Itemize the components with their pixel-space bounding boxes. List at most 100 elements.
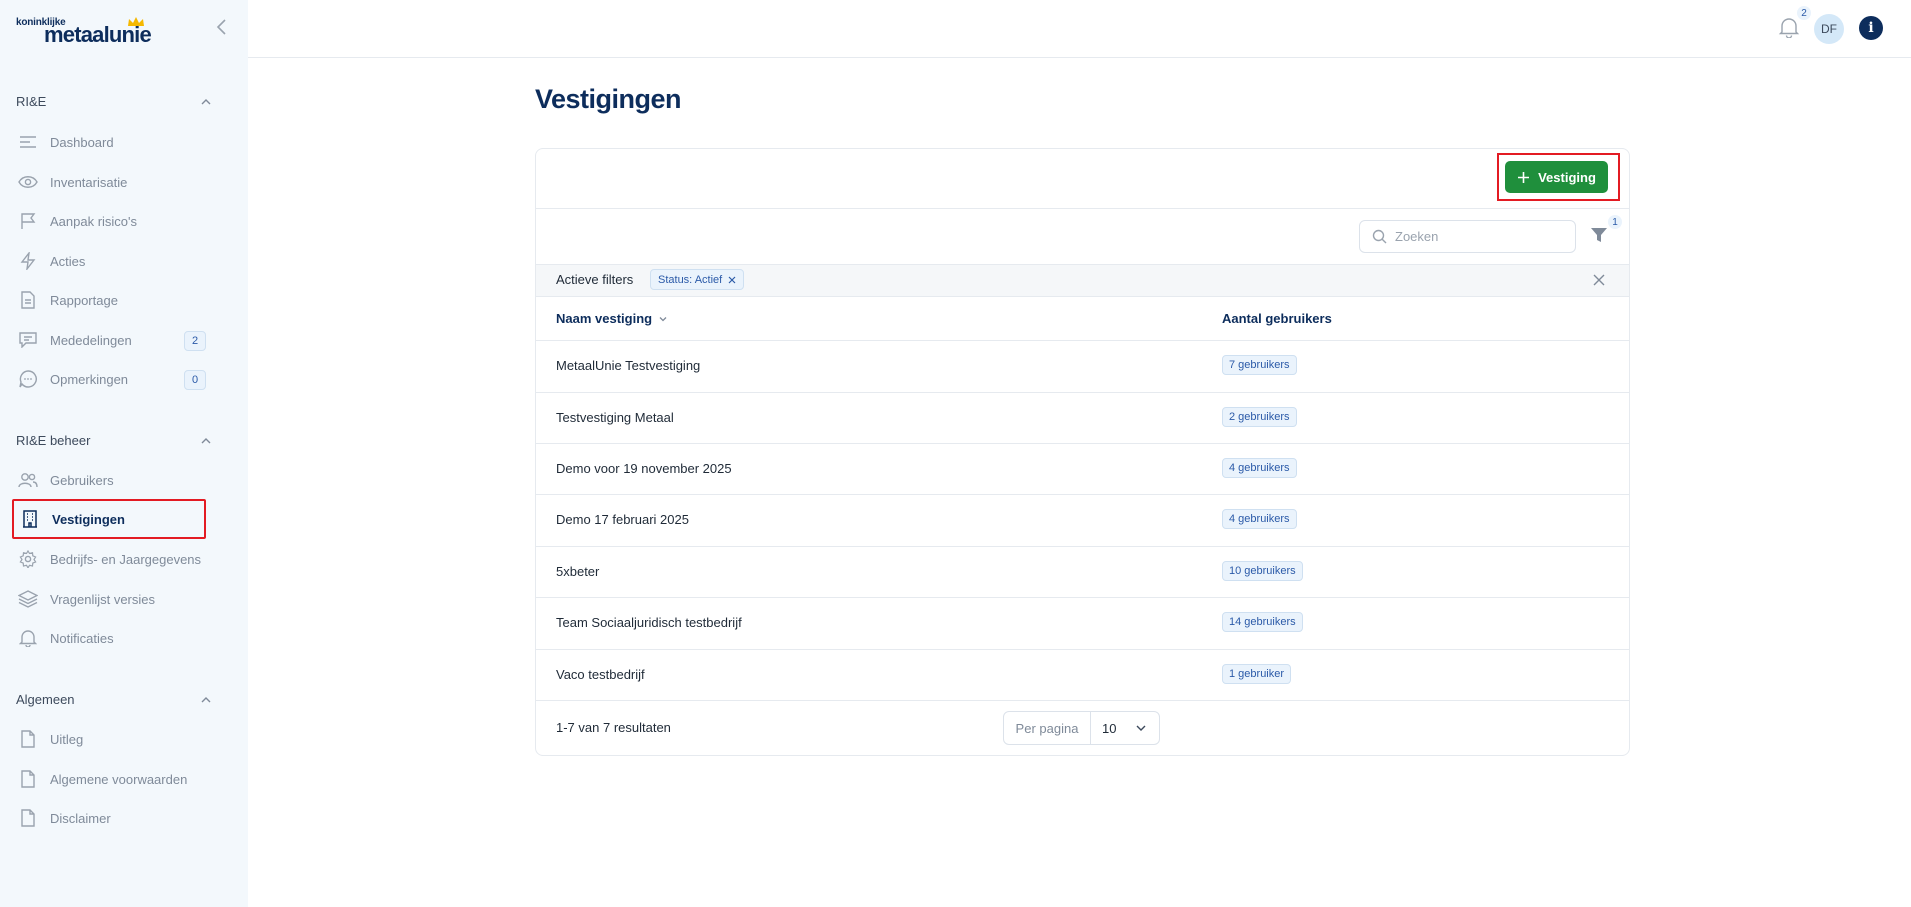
vestiging-name: Team Sociaaljuridisch testbedrijf <box>556 615 742 630</box>
section-title: Algemeen <box>16 692 75 707</box>
per-page-select[interactable]: Per pagina 10 <box>1003 711 1160 745</box>
sidebar-item-label: Vestigingen <box>52 511 125 527</box>
plus-icon <box>1518 171 1530 183</box>
sidebar-item-label: Aanpak risico's <box>50 213 138 229</box>
message-icon <box>18 330 38 350</box>
column-header-label: Naam vestiging <box>556 311 653 326</box>
file-icon <box>18 769 38 789</box>
add-vestiging-label: Vestiging <box>1538 169 1596 185</box>
crown-icon <box>128 17 144 26</box>
flag-icon <box>18 211 38 231</box>
page-title: Vestigingen <box>535 84 682 114</box>
sidebar-item-mededelingen[interactable]: Mededelingen 2 <box>12 323 206 357</box>
search-box[interactable] <box>1359 220 1576 253</box>
filter-icon <box>1591 228 1607 242</box>
metaalunie-logo[interactable]: koninklijke metaalunie <box>16 16 156 47</box>
chevron-left-icon <box>216 19 226 35</box>
users-badge[interactable]: 7 gebruikers <box>1222 355 1297 375</box>
table-row[interactable]: MetaalUnie Testvestiging 7 gebruikers <box>536 340 1629 391</box>
sidebar-item-vestigingen[interactable]: Vestigingen <box>12 499 206 539</box>
table-row[interactable]: Vaco testbedrijf 1 gebruiker <box>536 649 1629 700</box>
add-vestiging-button[interactable]: Vestiging <box>1505 161 1608 193</box>
chevron-up-icon <box>201 438 211 444</box>
close-icon[interactable] <box>728 276 736 284</box>
collapse-sidebar-button[interactable] <box>214 17 230 37</box>
sidebar-item-acties[interactable]: Acties <box>12 244 206 278</box>
vestiging-name: MetaalUnie Testvestiging <box>556 358 701 373</box>
column-header-label: Aantal gebruikers <box>1222 311 1332 326</box>
sidebar-item-label: Inventarisatie <box>50 174 128 190</box>
info-button[interactable]: i <box>1859 16 1883 40</box>
vestiging-name: 5xbeter <box>556 564 600 579</box>
avatar[interactable]: DF <box>1814 14 1844 44</box>
sidebar-item-rapportage[interactable]: Rapportage <box>12 283 206 317</box>
bell-icon <box>18 628 38 648</box>
bell-icon <box>1778 18 1800 39</box>
sidebar-item-aanpak-risicos[interactable]: Aanpak risico's <box>12 204 206 238</box>
building-icon <box>20 509 40 529</box>
vestiging-name: Demo voor 19 november 2025 <box>556 461 732 476</box>
sidebar-item-notificaties[interactable]: Notificaties <box>12 621 206 655</box>
sidebar-item-label: Algemene voorwaarden <box>50 771 188 787</box>
sidebar-item-algemene-voorwaarden[interactable]: Algemene voorwaarden <box>12 762 206 796</box>
filter-chip-status[interactable]: Status: Actief <box>650 269 745 290</box>
table-row[interactable]: Demo voor 19 november 2025 4 gebruikers <box>536 443 1629 494</box>
section-title: RI&E <box>16 94 47 109</box>
sidebar-item-label: Dashboard <box>50 134 114 150</box>
users-badge[interactable]: 4 gebruikers <box>1222 509 1297 529</box>
sidebar-item-disclaimer[interactable]: Disclaimer <box>12 801 206 835</box>
chevron-down-icon <box>1136 725 1146 731</box>
sidebar-item-inventarisatie[interactable]: Inventarisatie <box>12 165 206 199</box>
clear-filters-button[interactable] <box>1591 272 1607 288</box>
sidebar-item-label: Rapportage <box>50 292 118 308</box>
sidebar-item-opmerkingen[interactable]: Opmerkingen 0 <box>12 362 206 396</box>
per-page-value-box[interactable]: 10 <box>1091 712 1159 744</box>
users-badge[interactable]: 14 gebruikers <box>1222 612 1303 632</box>
document-icon <box>18 290 38 310</box>
sidebar-item-label: Uitleg <box>50 731 84 747</box>
layers-icon <box>18 589 38 609</box>
sidebar-item-bedrijfs-jaargegevens[interactable]: Bedrijfs- en Jaargegevens <box>12 542 206 576</box>
chevron-down-icon <box>659 316 667 321</box>
section-rie[interactable]: RI&E <box>16 94 212 114</box>
sidebar-item-label: Gebruikers <box>50 472 114 488</box>
chat-dots-icon <box>18 369 38 389</box>
filter-count-badge: 1 <box>1608 215 1622 229</box>
users-badge[interactable]: 10 gebruikers <box>1222 561 1303 581</box>
notifications-button[interactable] <box>1778 16 1800 39</box>
section-rie-beheer[interactable]: RI&E beheer <box>16 433 212 453</box>
top-bar <box>248 0 1911 58</box>
table-row[interactable]: 5xbeter 10 gebruikers <box>536 546 1629 597</box>
sidebar-item-gebruikers[interactable]: Gebruikers <box>12 463 206 497</box>
divider <box>535 208 1630 209</box>
column-header-naam-vestiging[interactable]: Naam vestiging <box>556 311 668 326</box>
filter-button[interactable] <box>1590 226 1610 246</box>
search-icon <box>1372 229 1387 244</box>
per-page-value: 10 <box>1102 720 1117 736</box>
file-icon <box>18 729 38 749</box>
lightning-icon <box>18 251 38 271</box>
count-badge: 2 <box>184 331 206 351</box>
sidebar-item-dashboard[interactable]: Dashboard <box>12 125 206 159</box>
users-badge[interactable]: 4 gebruikers <box>1222 458 1297 478</box>
section-algemeen[interactable]: Algemeen <box>16 692 212 712</box>
sidebar-item-label: Acties <box>50 253 86 269</box>
table-row[interactable]: Demo 17 februari 2025 4 gebruikers <box>536 494 1629 545</box>
sidebar-item-vragenlijst-versies[interactable]: Vragenlijst versies <box>12 582 206 616</box>
table-row[interactable]: Team Sociaaljuridisch testbedrijf 14 geb… <box>536 597 1629 648</box>
search-input[interactable] <box>1395 229 1555 244</box>
users-badge[interactable]: 1 gebruiker <box>1222 664 1292 684</box>
sidebar-item-label: Mededelingen <box>50 332 132 348</box>
vestiging-name: Testvestiging Metaal <box>556 410 674 425</box>
chevron-up-icon <box>201 697 211 703</box>
users-badge[interactable]: 2 gebruikers <box>1222 407 1297 427</box>
table-row[interactable]: Testvestiging Metaal 2 gebruikers <box>536 392 1629 443</box>
per-page-label: Per pagina <box>1004 712 1091 744</box>
eye-icon <box>18 172 38 192</box>
menu-lines-icon <box>18 132 38 152</box>
sidebar-item-uitleg[interactable]: Uitleg <box>12 722 206 756</box>
sidebar-item-label: Bedrijfs- en Jaargegevens <box>50 551 202 567</box>
filter-chip-label: Status: Actief <box>658 273 723 286</box>
users-icon <box>18 470 38 490</box>
column-header-aantal-gebruikers: Aantal gebruikers <box>1222 311 1332 326</box>
